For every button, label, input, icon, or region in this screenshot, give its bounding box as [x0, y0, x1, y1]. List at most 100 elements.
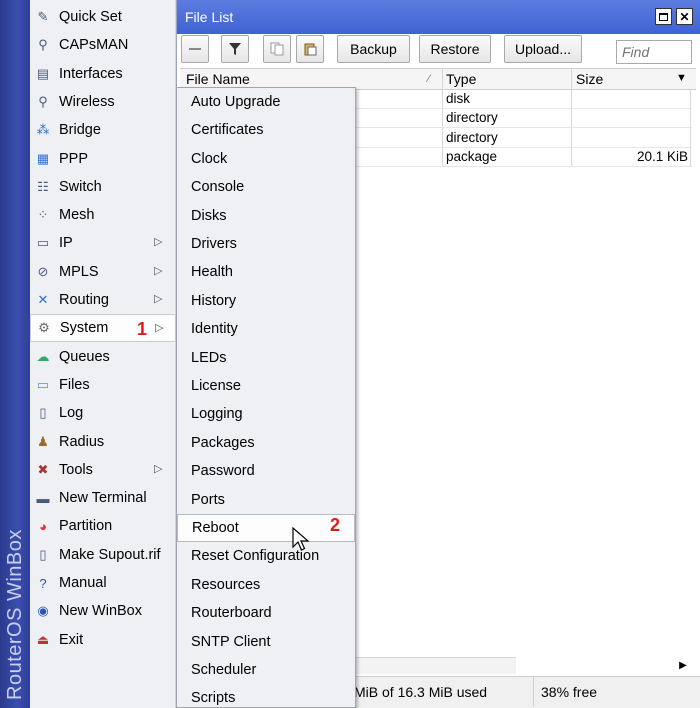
menu-item-label: Interfaces [59, 65, 123, 82]
submenu-item-auto-upgrade[interactable]: Auto Upgrade [177, 88, 355, 116]
routing-icon: ✕ [37, 292, 49, 307]
submenu-item-password[interactable]: Password [177, 457, 355, 485]
storage-usage: MiB of 16.3 MiB used [354, 684, 488, 700]
submenu-item-logging[interactable]: Logging [177, 400, 355, 428]
submenu-item-leds[interactable]: LEDs [177, 344, 355, 372]
column-header-size[interactable]: Size [576, 71, 603, 87]
submenu-arrow-icon: ▷ [154, 264, 163, 277]
close-button[interactable]: ✕ [676, 8, 693, 25]
filter-button[interactable] [221, 35, 249, 63]
submenu-item-console[interactable]: Console [177, 173, 355, 201]
log-icon: ▯ [39, 405, 47, 421]
paste-button[interactable] [296, 35, 324, 63]
menu-item-exit[interactable]: ⏏ Exit [30, 626, 176, 654]
menu-item-switch[interactable]: ☷ Switch [30, 173, 176, 201]
remove-button[interactable] [181, 35, 209, 63]
cell-type: package [446, 148, 498, 164]
sort-icon: ⁄ [428, 73, 430, 85]
filter-icon [229, 43, 241, 55]
menu-item-label: New WinBox [59, 603, 142, 620]
copy-icon [270, 42, 284, 56]
menu-item-queues[interactable]: ☁ Queues [30, 343, 176, 371]
paste-icon [304, 43, 317, 56]
folder-icon: ▭ [36, 376, 50, 392]
menu-item-wireless[interactable]: ⚲ Wireless [30, 88, 176, 116]
submenu-arrow-icon: ▷ [154, 462, 163, 475]
menu-item-label: Log [59, 405, 84, 422]
menu-item-label: Make Supout.rif [59, 546, 161, 563]
menu-item-label: Manual [59, 575, 107, 591]
upload-button[interactable]: Upload... [504, 35, 582, 63]
submenu-item-routerboard[interactable]: Routerboard [177, 599, 355, 627]
terminal-icon: ▬ [36, 490, 50, 506]
tools-icon: ✖ [37, 461, 49, 477]
minus-icon [189, 48, 201, 50]
submenu-item-scheduler[interactable]: Scheduler [177, 656, 355, 684]
menu-item-bridge[interactable]: ⁂ Bridge [30, 116, 176, 144]
submenu-item-certificates[interactable]: Certificates [177, 116, 355, 144]
submenu-item-reset-configuration[interactable]: Reset Configuration [177, 542, 355, 570]
menu-item-tools[interactable]: ✖ Tools ▷ [30, 456, 176, 484]
submenu-item-ports[interactable]: Ports [177, 486, 355, 514]
cell-type: directory [446, 129, 498, 145]
submenu-arrow-icon: ▷ [155, 322, 164, 335]
menu-item-files[interactable]: ▭ Files [30, 371, 176, 399]
scroll-right-icon[interactable]: ▶ [674, 657, 692, 674]
document-icon: ▯ [39, 546, 47, 562]
column-header-name[interactable]: File Name [186, 71, 250, 87]
menu-item-capsman[interactable]: ⚲ CAPsMAN [30, 31, 176, 59]
maximize-button[interactable] [655, 8, 672, 25]
menu-item-new-terminal[interactable]: ▬ New Terminal [30, 484, 176, 512]
maximize-icon [659, 12, 668, 21]
menu-item-system[interactable]: ⚙ System ▷ [30, 314, 176, 343]
menu-item-ppp[interactable]: ▦ PPP [30, 145, 176, 173]
submenu-item-sntp-client[interactable]: SNTP Client [177, 628, 355, 656]
column-menu-icon[interactable]: ▼ [676, 72, 687, 84]
restore-button[interactable]: Restore [419, 35, 491, 63]
submenu-item-health[interactable]: Health [177, 258, 355, 286]
close-icon: ✕ [679, 9, 690, 24]
submenu-item-packages[interactable]: Packages [177, 429, 355, 457]
queues-icon: ☁ [36, 348, 50, 364]
menu-item-mesh[interactable]: ⁘ Mesh [30, 201, 176, 229]
find-input[interactable] [616, 40, 692, 64]
cell-type: directory [446, 110, 498, 126]
submenu-item-identity[interactable]: Identity [177, 315, 355, 343]
menu-item-mpls[interactable]: ⊘ MPLS ▷ [30, 258, 176, 286]
system-submenu: Auto Upgrade Certificates Clock Console Disk… [176, 87, 356, 708]
submenu-item-disks[interactable]: Disks [177, 202, 355, 230]
globe-icon: ◉ [37, 603, 49, 619]
backup-button[interactable]: Backup [337, 35, 410, 63]
menu-item-manual[interactable]: ? Manual [30, 569, 176, 597]
radius-icon: ♟ [37, 433, 49, 449]
submenu-item-scripts[interactable]: Scripts [177, 684, 355, 708]
menu-item-make-supout-rif[interactable]: ▯ Make Supout.rif [30, 541, 176, 569]
bridge-icon: ⁂ [36, 122, 50, 138]
submenu-arrow-icon: ▷ [154, 293, 163, 305]
copy-button[interactable] [263, 35, 291, 63]
submenu-item-resources[interactable]: Resources [177, 571, 355, 599]
menu-item-label: CAPsMAN [59, 37, 129, 54]
menu-item-routing[interactable]: ✕ Routing ▷ [30, 286, 176, 314]
submenu-item-reboot[interactable]: Reboot [177, 514, 355, 542]
ppp-icon: ▦ [36, 150, 50, 166]
submenu-item-clock[interactable]: Clock [177, 145, 355, 173]
menu-item-radius[interactable]: ♟ Radius [30, 428, 176, 456]
submenu-item-drivers[interactable]: Drivers [177, 230, 355, 258]
menu-item-log[interactable]: ▯ Log [30, 399, 176, 427]
menu-item-label: Wireless [59, 93, 115, 110]
menu-item-quick-set[interactable]: ✎ Quick Set [30, 3, 176, 31]
menu-item-label: Partition [59, 518, 113, 535]
menu-item-new-winbox[interactable]: ◉ New WinBox [30, 597, 176, 625]
window-title-bar[interactable]: File List ✕ [177, 0, 700, 34]
step-marker-2: 2 [330, 515, 341, 535]
column-header-type[interactable]: Type [446, 71, 476, 87]
menu-item-label: Exit [59, 631, 84, 648]
menu-item-partition[interactable]: ◕ Partition [30, 512, 176, 540]
submenu-item-history[interactable]: History [177, 287, 355, 315]
menu-item-interfaces[interactable]: ▤ Interfaces [30, 60, 176, 88]
submenu-item-license[interactable]: License [177, 372, 355, 400]
menu-item-ip[interactable]: ▭ IP ▷ [30, 229, 176, 257]
menu-item-label: Mesh [59, 207, 95, 224]
exit-icon: ⏏ [36, 631, 50, 647]
